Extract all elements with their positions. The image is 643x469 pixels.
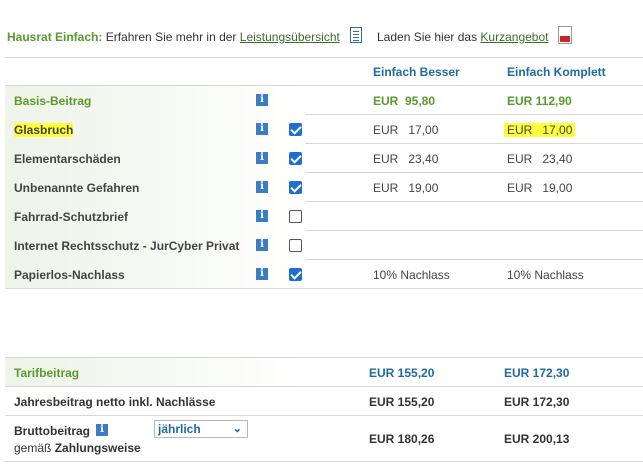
unbenannte-gefahren-value-2: EUR 19,00	[507, 181, 573, 195]
bruttobeitrag-value-1: EUR 180,26	[369, 432, 435, 446]
bruttobeitrag-value-2: EUR 200,13	[504, 432, 570, 446]
bruttobeitrag-label: Bruttobeitrag	[14, 424, 90, 438]
tarifbeitrag-value-1: EUR 155,20	[369, 366, 435, 380]
glasbruch-label-text: Glasbruch	[14, 123, 74, 137]
info-icon[interactable]: i	[256, 94, 268, 106]
elementarschaeden-value-1: EUR 23,40	[373, 152, 439, 166]
info-icon[interactable]: i	[256, 123, 268, 135]
glasbruch-value-1: EUR 17,00	[373, 123, 439, 137]
zahlungsweise-select-value: jährlich	[158, 422, 201, 436]
glasbruch-value-2: EUR 17,00	[504, 123, 576, 137]
row-label-fahrrad-schutzbrief: Fahrrad-Schutzbrief	[14, 210, 129, 224]
jahresbeitrag-label: Jahresbeitrag netto inkl. Nachlässe	[14, 395, 216, 409]
header-text-2: Laden Sie hier das	[377, 30, 478, 44]
papierlos-nachlass-checkbox[interactable]	[289, 268, 302, 281]
papierlos-nachlass-value-1: 10% Nachlass	[373, 268, 450, 282]
glasbruch-value-2-wrap: EUR 17,00	[504, 123, 576, 137]
row-label-elementarschaeden: Elementarschäden	[14, 152, 121, 166]
fahrrad-schutzbrief-checkbox[interactable]	[289, 210, 302, 223]
header-text-2-wrap: Laden Sie hier das Kurzangebot	[377, 30, 548, 44]
bruttobeitrag-sublabel: gemäß Zahlungsweise	[14, 441, 141, 455]
glasbruch-checkbox[interactable]	[289, 123, 302, 136]
bruttobeitrag-sublabel-1: gemäß	[14, 441, 52, 455]
info-icon[interactable]: i	[256, 210, 268, 222]
column-header-einfach-besser: Einfach Besser	[373, 65, 460, 79]
row-label-papierlos-nachlass: Papierlos-Nachlass	[14, 268, 125, 282]
header-bar: Hausrat Einfach: Erfahren Sie mehr in de…	[7, 30, 340, 44]
zahlungsweise-select[interactable]: jährlich ⌄	[154, 420, 248, 438]
header-text-1: Erfahren Sie mehr in der	[105, 30, 237, 44]
row-label-basis-beitrag: Basis-Beitrag	[14, 94, 92, 108]
bruttobeitrag-sublabel-2: Zahlungsweise	[54, 441, 141, 455]
document-icon[interactable]	[350, 27, 362, 43]
tarifbeitrag-value-2: EUR 172,30	[504, 366, 570, 380]
jahresbeitrag-value-2: EUR 172,30	[504, 395, 570, 409]
papierlos-nachlass-value-2: 10% Nachlass	[507, 268, 584, 282]
elementarschaeden-value-2: EUR 23,40	[507, 152, 573, 166]
info-icon[interactable]: i	[256, 152, 268, 164]
unbenannte-gefahren-value-1: EUR 19,00	[373, 181, 439, 195]
column-header-einfach-komplett: Einfach Komplett	[507, 65, 606, 79]
tarifbeitrag-label: Tarifbeitrag	[14, 366, 80, 380]
jahresbeitrag-value-1: EUR 155,20	[369, 395, 435, 409]
basis-beitrag-value-2: EUR 112,90	[507, 94, 572, 108]
row-label-unbenannte-gefahren: Unbenannte Gefahren	[14, 181, 140, 195]
row-label-glasbruch: Glasbruch	[14, 123, 74, 137]
kurzangebot-link[interactable]: Kurzangebot	[480, 30, 548, 44]
unbenannte-gefahren-checkbox[interactable]	[289, 181, 302, 194]
chevron-down-icon: ⌄	[232, 423, 242, 435]
internet-rechtsschutz-checkbox[interactable]	[289, 239, 302, 252]
row-label-internet-rechtsschutz: Internet Rechtsschutz - JurCyber Privat	[14, 239, 240, 253]
leistungsuebersicht-link[interactable]: Leistungsübersicht	[240, 30, 340, 44]
info-icon[interactable]: i	[96, 424, 108, 436]
pdf-icon[interactable]	[558, 26, 572, 44]
product-title: Hausrat Einfach:	[7, 30, 103, 44]
basis-beitrag-value-1: EUR 95,80	[373, 94, 436, 108]
info-icon[interactable]: i	[256, 268, 268, 280]
info-icon[interactable]: i	[256, 239, 268, 251]
info-icon[interactable]: i	[256, 181, 268, 193]
elementarschaeden-checkbox[interactable]	[289, 152, 302, 165]
